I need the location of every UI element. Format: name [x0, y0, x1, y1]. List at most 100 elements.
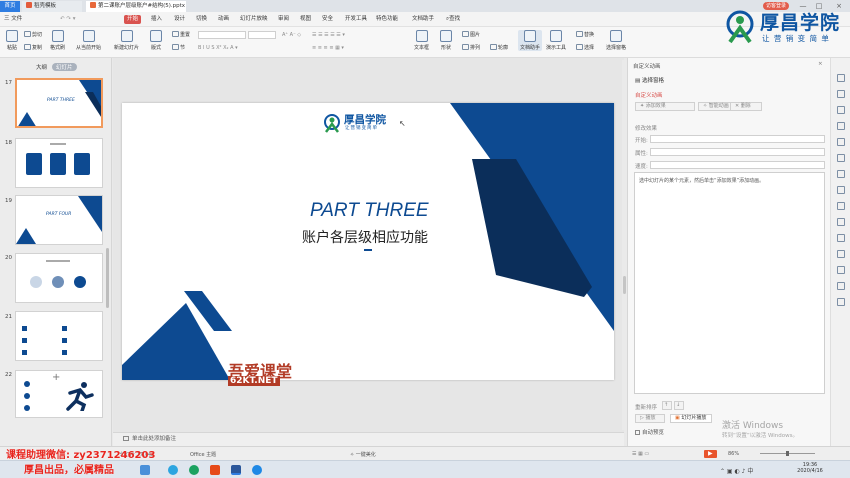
slide-canvas[interactable]: 厚昌学院 让营销变简单 PART THREE 账户各层级相应功能 ↖: [122, 103, 614, 380]
menu-animation[interactable]: 动画: [218, 15, 229, 24]
taskbar-word-icon[interactable]: [231, 465, 241, 475]
play-button[interactable]: ▷ 播放: [635, 414, 665, 423]
taskbar-ppt-icon[interactable]: [210, 465, 220, 475]
taskbar-app2-icon[interactable]: [252, 465, 262, 475]
font-size-adjust[interactable]: A⁺ A⁻ ◇: [282, 32, 301, 38]
add-effect-button[interactable]: ✦ 添加效果: [635, 102, 695, 111]
menu-home[interactable]: 开始: [124, 15, 142, 24]
location-tool-icon[interactable]: [837, 282, 845, 290]
textbox-button[interactable]: 文本框: [414, 30, 429, 51]
shape-tool-icon[interactable]: [837, 74, 845, 82]
zoom-level[interactable]: 86%: [728, 451, 739, 457]
tab-home[interactable]: 首页: [0, 1, 20, 12]
animation-list-box[interactable]: 选中幻灯片的某个元素，然后单击“添加效果”添加动画。: [634, 172, 825, 394]
cut-button[interactable]: 剪切: [24, 31, 42, 38]
thumbnail-scrollbar[interactable]: [106, 248, 109, 308]
presenter-tools-button[interactable]: 演示工具: [546, 30, 566, 51]
editor-scroll-thumb[interactable]: [623, 276, 626, 294]
slide-thumbnail-20[interactable]: [15, 253, 103, 303]
font-size-select[interactable]: [248, 31, 276, 39]
doc-assistant-button[interactable]: 文档助手: [518, 30, 543, 51]
add-slide-button[interactable]: +: [52, 372, 60, 383]
beautify-button[interactable]: ✧ 一键美化: [350, 451, 376, 458]
layout-tool-icon[interactable]: [837, 170, 845, 178]
play-from-current-button[interactable]: 从当前开始: [76, 30, 101, 51]
brand-note-overlay: 厚昌出品，必属精品: [24, 465, 114, 476]
view-mode-buttons[interactable]: ☰ ▦ ▭: [632, 451, 649, 457]
speed-select[interactable]: [650, 161, 825, 169]
paint-tool-icon[interactable]: [837, 122, 845, 130]
layout-button[interactable]: 版式: [150, 30, 162, 51]
select-pane-button[interactable]: 选择窗格: [606, 30, 626, 51]
video-tool-icon[interactable]: [837, 266, 845, 274]
menu-transition[interactable]: 切换: [196, 15, 207, 24]
menu-view[interactable]: 视图: [300, 15, 311, 24]
chart-tool-icon[interactable]: [837, 234, 845, 242]
backup-tool-icon[interactable]: [837, 186, 845, 194]
menu-security[interactable]: 安全: [322, 15, 333, 24]
taskbar-chrome-icon[interactable]: [189, 465, 199, 475]
slide-thumbnail-19[interactable]: PART FOUR: [15, 195, 103, 245]
move-down-button[interactable]: ↓: [674, 401, 684, 410]
slide-thumbnail-18[interactable]: [15, 138, 103, 188]
more-tool-icon[interactable]: [837, 298, 845, 306]
tab-presentation[interactable]: 第二课账户层级账户#结构(5).pptx: [86, 1, 186, 12]
shape-button[interactable]: 形状: [440, 30, 452, 51]
animation-tool-icon[interactable]: [837, 138, 845, 146]
menu-design[interactable]: 设计: [174, 15, 185, 24]
font-style-buttons[interactable]: B I U S X² X₂ A ▾: [198, 45, 238, 51]
copy-button[interactable]: 复制: [24, 44, 42, 51]
replace-button[interactable]: 替换: [576, 31, 594, 38]
quick-access-icons[interactable]: ↶ ↷ ▾: [60, 15, 75, 24]
tab-docer[interactable]: 稻壳模板: [22, 1, 82, 12]
menu-insert[interactable]: 插入: [151, 15, 162, 24]
notes-pane[interactable]: 单击此处添加备注: [113, 432, 624, 446]
autopreview-checkbox[interactable]: 自动预览: [635, 428, 664, 436]
font-name-select[interactable]: [198, 31, 246, 39]
taskbar-browser-icon[interactable]: [168, 465, 178, 475]
menu-developer[interactable]: 开发工具: [345, 15, 367, 24]
arrange-button[interactable]: 排列: [462, 44, 480, 51]
delete-button[interactable]: ✕ 删除: [730, 102, 762, 111]
section-button[interactable]: 节: [172, 44, 185, 51]
property-select[interactable]: [650, 148, 825, 156]
start-select[interactable]: [650, 135, 825, 143]
picture-button[interactable]: 图片: [462, 31, 480, 38]
alignment-buttons[interactable]: ≡ ≡ ≡ ≡ ▦ ▾: [312, 45, 344, 51]
new-slide-button[interactable]: 新建幻灯片: [114, 30, 139, 51]
slideshow-button[interactable]: ▣ 幻灯片播放: [670, 414, 712, 423]
slides-tab[interactable]: 幻灯片: [52, 63, 77, 71]
select-pane-link[interactable]: ▤ 选择窗格: [635, 76, 664, 84]
play-slideshow-button[interactable]: ▶: [704, 450, 717, 458]
file-menu[interactable]: 三 文件: [4, 15, 22, 24]
slide-thumbnail-17[interactable]: PART THREE: [15, 78, 103, 128]
property-tool-icon[interactable]: [837, 106, 845, 114]
taskbar-app-icon[interactable]: [140, 465, 150, 475]
select-button[interactable]: 选择: [576, 44, 594, 51]
menu-features[interactable]: 特色功能: [376, 15, 398, 24]
menu-review[interactable]: 审阅: [278, 15, 289, 24]
reset-button[interactable]: 重置: [172, 31, 190, 38]
move-up-button[interactable]: ↑: [662, 401, 672, 410]
select-tool-icon[interactable]: [837, 218, 845, 226]
brand-logo: 厚昌学院 让 营 销 变 简 单: [722, 6, 847, 46]
style-tool-icon[interactable]: [837, 90, 845, 98]
panel-close-icon[interactable]: ×: [818, 61, 823, 67]
zoom-slider-thumb[interactable]: [786, 451, 789, 456]
search-button[interactable]: ⌕查找: [446, 15, 460, 24]
paste-button[interactable]: 粘贴: [6, 30, 18, 51]
transition-tool-icon[interactable]: [837, 154, 845, 162]
format-painter-button[interactable]: 格式刷: [50, 30, 65, 51]
menu-doc-assistant[interactable]: 文档助手: [412, 15, 434, 24]
slide-thumbnail-21[interactable]: [15, 311, 103, 361]
outline-tab[interactable]: 大纲: [36, 63, 47, 71]
panel-title: 自定义动画: [633, 64, 661, 70]
share-tool-icon[interactable]: [837, 202, 845, 210]
menu-slideshow[interactable]: 幻灯片放映: [240, 15, 268, 24]
docer-icon: [26, 2, 32, 8]
audio-tool-icon[interactable]: [837, 250, 845, 258]
taskbar-clock[interactable]: 19:36 2020/4/16: [790, 462, 830, 474]
outline-button[interactable]: 轮廓: [490, 44, 508, 51]
tray-icons[interactable]: ⌃ ▣ ◐ ♪ 中: [720, 466, 753, 475]
paragraph-buttons[interactable]: ☰ ☰ ☰ ☰ ☰ ▾: [312, 32, 345, 38]
